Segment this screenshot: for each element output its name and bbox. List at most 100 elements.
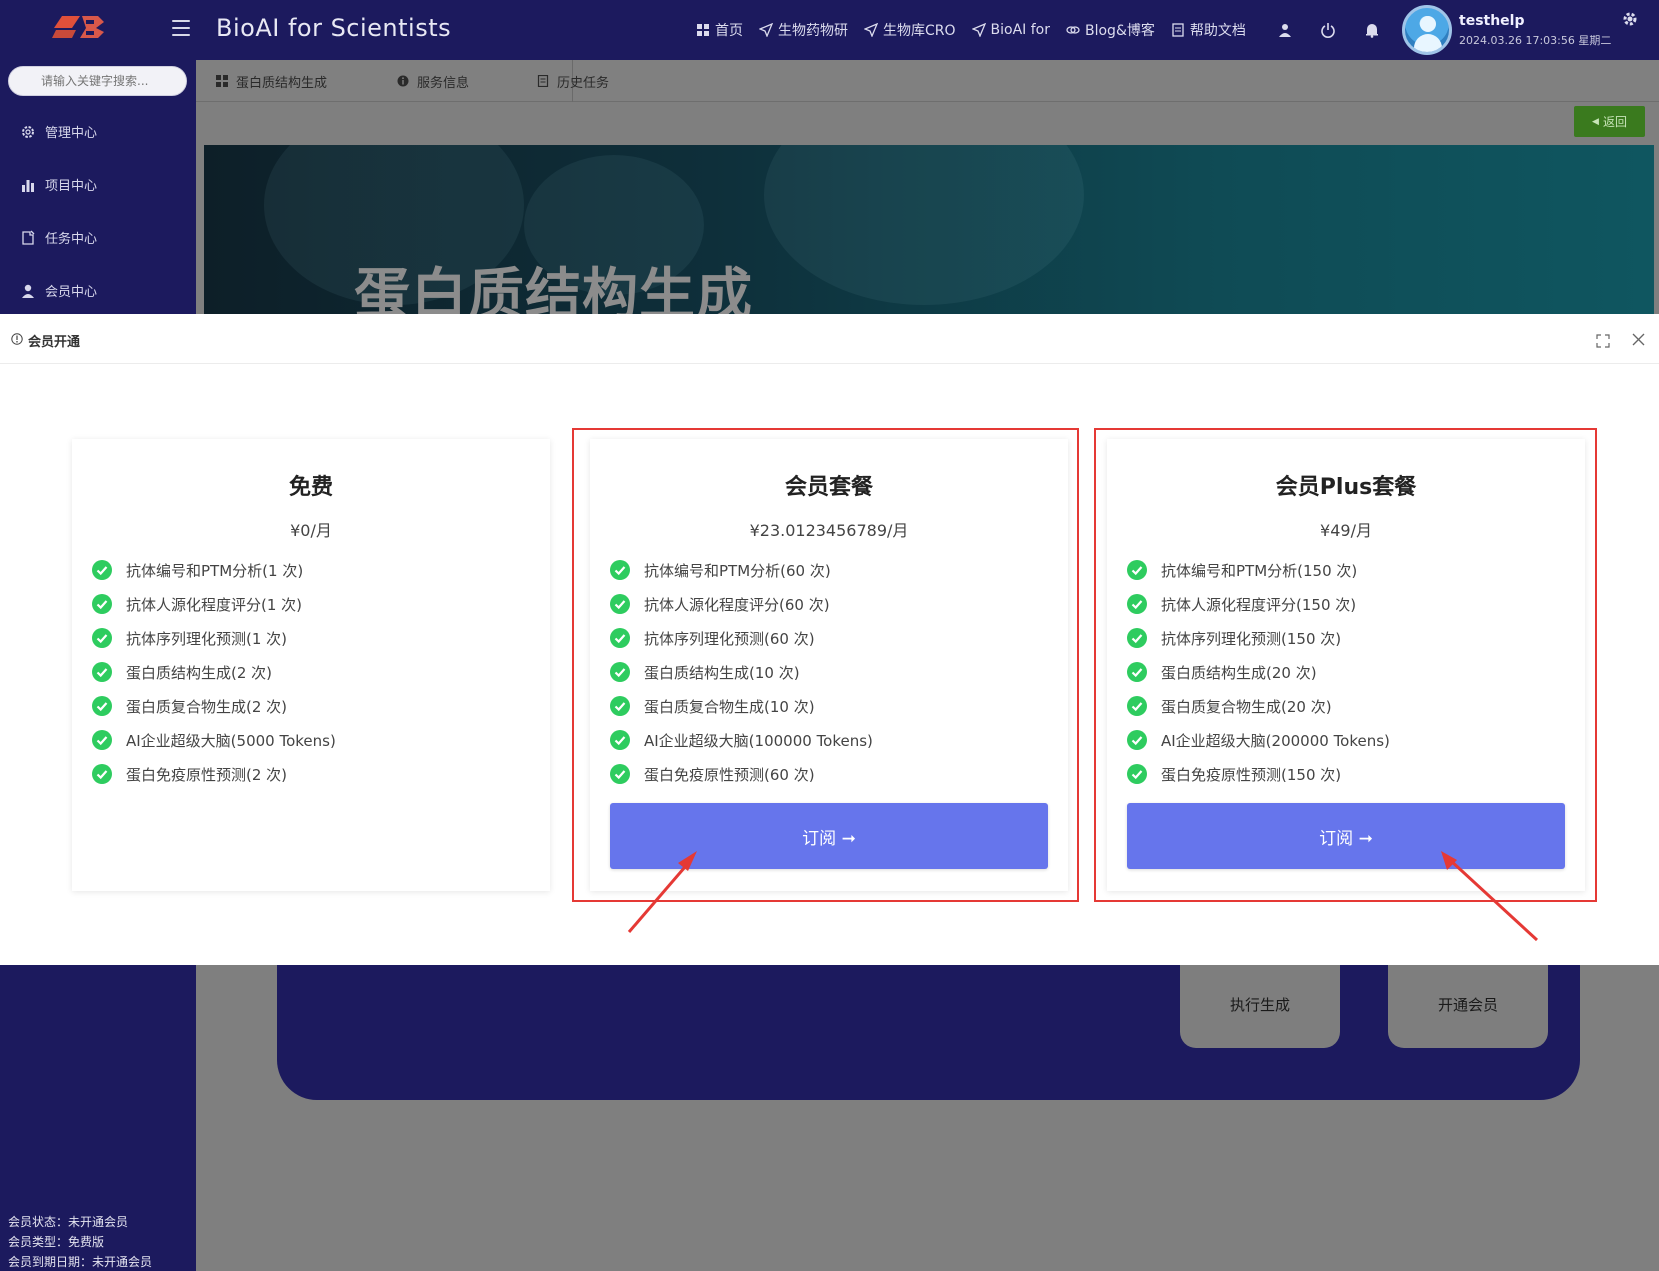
user-icon[interactable] bbox=[1277, 22, 1293, 38]
back-arrow-icon: ◀ bbox=[1592, 116, 1599, 127]
avatar[interactable] bbox=[1402, 5, 1452, 55]
nav-help-docs[interactable]: 帮助文档 bbox=[1171, 20, 1246, 40]
list-item: AI企业超级大脑(5000 Tokens) bbox=[92, 723, 336, 757]
plan-price: ¥49/月 bbox=[1320, 521, 1372, 540]
logo-icon[interactable] bbox=[52, 10, 116, 42]
list-item: AI企业超级大脑(100000 Tokens) bbox=[610, 723, 873, 757]
app-title: BioAI for Scientists bbox=[216, 14, 452, 42]
check-circle-icon bbox=[610, 662, 630, 682]
sidebar-item-projects[interactable]: 项目中心 bbox=[20, 175, 97, 194]
sidebar-item-tasks[interactable]: 任务中心 bbox=[20, 228, 97, 247]
tab-service-info[interactable]: 服务信息 bbox=[397, 60, 469, 102]
member-status: 会员状态：未开通会员 bbox=[8, 1215, 129, 1229]
sidebar-item-label: 管理中心 bbox=[45, 126, 98, 141]
tab-bar: 蛋白质结构生成 服务信息 历史任务 bbox=[196, 60, 1659, 102]
feature-label: 蛋白质复合物生成(10 次) bbox=[644, 697, 815, 716]
tab-label: 历史任务 bbox=[557, 75, 610, 91]
modal-header: 会员开通 bbox=[0, 314, 1659, 364]
power-icon[interactable] bbox=[1320, 22, 1336, 38]
check-circle-icon bbox=[610, 594, 630, 614]
list-item: AI企业超级大脑(200000 Tokens) bbox=[1127, 723, 1390, 757]
check-circle-icon bbox=[1127, 662, 1147, 682]
open-membership-button[interactable]: 开通会员 bbox=[1388, 960, 1548, 1048]
feature-label: 蛋白质结构生成(20 次) bbox=[1161, 663, 1317, 682]
check-circle-icon bbox=[1127, 628, 1147, 648]
feature-label: 抗体人源化程度评分(150 次) bbox=[1161, 595, 1357, 614]
subscribe-plus-button[interactable]: 订阅 ➞ bbox=[1127, 803, 1565, 869]
nav-bioai-label: BioAI for bbox=[990, 22, 1050, 38]
search-input[interactable] bbox=[8, 66, 187, 96]
list-item: 抗体编号和PTM分析(1 次) bbox=[92, 553, 336, 587]
nav-blog[interactable]: Blog&博客 bbox=[1066, 20, 1155, 40]
banner-title: 蛋白质结构生成 bbox=[354, 263, 753, 315]
nav-bioai[interactable]: BioAI for bbox=[971, 22, 1050, 38]
run-generate-button[interactable]: 执行生成 bbox=[1180, 960, 1340, 1048]
feature-label: AI企业超级大脑(5000 Tokens) bbox=[126, 731, 336, 750]
feature-list: 抗体编号和PTM分析(1 次) 抗体人源化程度评分(1 次) 抗体序列理化预测(… bbox=[92, 553, 336, 791]
plan-card-free: 免费 ¥0/月 抗体编号和PTM分析(1 次) 抗体人源化程度评分(1 次) 抗… bbox=[72, 439, 550, 891]
nav-bio-cro[interactable]: 生物库CRO bbox=[864, 20, 956, 40]
check-circle-icon bbox=[1127, 594, 1147, 614]
bell-icon[interactable] bbox=[1364, 22, 1380, 38]
list-item: 抗体人源化程度评分(60 次) bbox=[610, 587, 873, 621]
list-item: 蛋白免疫原性预测(150 次) bbox=[1127, 757, 1390, 791]
list-item: 蛋白质结构生成(2 次) bbox=[92, 655, 336, 689]
check-circle-icon bbox=[92, 696, 112, 716]
link-icon bbox=[1066, 26, 1080, 34]
top-header: BioAI for Scientists 首页 生物药物研 生物库CRO Bio… bbox=[0, 0, 1659, 60]
feature-label: 抗体人源化程度评分(1 次) bbox=[126, 595, 303, 614]
nav-help-docs-label: 帮助文档 bbox=[1189, 23, 1246, 39]
feature-label: 抗体编号和PTM分析(1 次) bbox=[126, 561, 304, 580]
list-item: 蛋白质复合物生成(2 次) bbox=[92, 689, 336, 723]
hero-banner: 蛋白质结构生成 bbox=[204, 145, 1654, 315]
menu-toggle-icon[interactable] bbox=[172, 20, 190, 36]
nav-bio-drug-label: 生物药物研 bbox=[778, 23, 848, 39]
feature-label: 蛋白免疫原性预测(60 次) bbox=[644, 765, 815, 784]
nav-bio-drug[interactable]: 生物药物研 bbox=[759, 20, 848, 40]
check-circle-icon bbox=[1127, 730, 1147, 750]
feature-label: 蛋白免疫原性预测(2 次) bbox=[126, 765, 288, 784]
feature-label: 抗体编号和PTM分析(60 次) bbox=[644, 561, 831, 580]
banner-decoration bbox=[764, 145, 1084, 305]
nav-home[interactable]: 首页 bbox=[696, 20, 743, 40]
check-circle-icon bbox=[1127, 764, 1147, 784]
check-circle-icon bbox=[610, 764, 630, 784]
check-circle-icon bbox=[92, 628, 112, 648]
feature-label: 抗体人源化程度评分(60 次) bbox=[644, 595, 830, 614]
close-icon[interactable] bbox=[1632, 333, 1645, 346]
check-circle-icon bbox=[1127, 560, 1147, 580]
sidebar-item-label: 任务中心 bbox=[45, 232, 98, 247]
feature-label: AI企业超级大脑(100000 Tokens) bbox=[644, 731, 873, 750]
tab-history-tasks[interactable]: 历史任务 bbox=[537, 60, 609, 102]
tab-label: 服务信息 bbox=[417, 75, 470, 91]
user-icon bbox=[22, 284, 34, 298]
plan-price: ¥0/月 bbox=[290, 521, 332, 540]
sidebar-item-admin[interactable]: 管理中心 bbox=[20, 122, 97, 141]
list-item: 抗体序列理化预测(1 次) bbox=[92, 621, 336, 655]
plan-title: 免费 bbox=[288, 475, 333, 500]
check-circle-icon bbox=[92, 764, 112, 784]
user-datetime: 2024.03.26 17:03:56 星期二 bbox=[1459, 34, 1612, 47]
subscribe-member-button[interactable]: 订阅 ➞ bbox=[610, 803, 1048, 869]
modal-title: 会员开通 bbox=[28, 335, 81, 350]
feature-label: 抗体序列理化预测(150 次) bbox=[1161, 629, 1342, 648]
check-circle-icon bbox=[610, 560, 630, 580]
check-circle-icon bbox=[92, 662, 112, 682]
doc-icon bbox=[1172, 23, 1184, 37]
back-button[interactable]: ◀ 返回 bbox=[1574, 106, 1645, 137]
member-type: 会员类型：免费版 bbox=[8, 1235, 105, 1249]
check-circle-icon bbox=[92, 560, 112, 580]
nav-bio-cro-label: 生物库CRO bbox=[883, 23, 956, 39]
feature-label: 蛋白免疫原性预测(150 次) bbox=[1161, 765, 1342, 784]
sidebar-item-membership[interactable]: 会员中心 bbox=[20, 281, 97, 300]
feature-label: 蛋白质复合物生成(20 次) bbox=[1161, 697, 1332, 716]
list-item: 蛋白质复合物生成(10 次) bbox=[610, 689, 873, 723]
grid-icon bbox=[697, 24, 709, 36]
back-label: 返回 bbox=[1602, 115, 1627, 129]
settings-gear-icon[interactable] bbox=[1621, 10, 1639, 28]
plan-title: 会员Plus套餐 bbox=[1275, 475, 1417, 500]
fullscreen-icon[interactable] bbox=[1596, 334, 1610, 348]
feature-label: 抗体编号和PTM分析(150 次) bbox=[1161, 561, 1358, 580]
top-nav: 首页 生物药物研 生物库CRO BioAI for Blog&博客 帮助文档 bbox=[696, 0, 1262, 60]
tab-protein-structure[interactable]: 蛋白质结构生成 bbox=[216, 60, 327, 102]
